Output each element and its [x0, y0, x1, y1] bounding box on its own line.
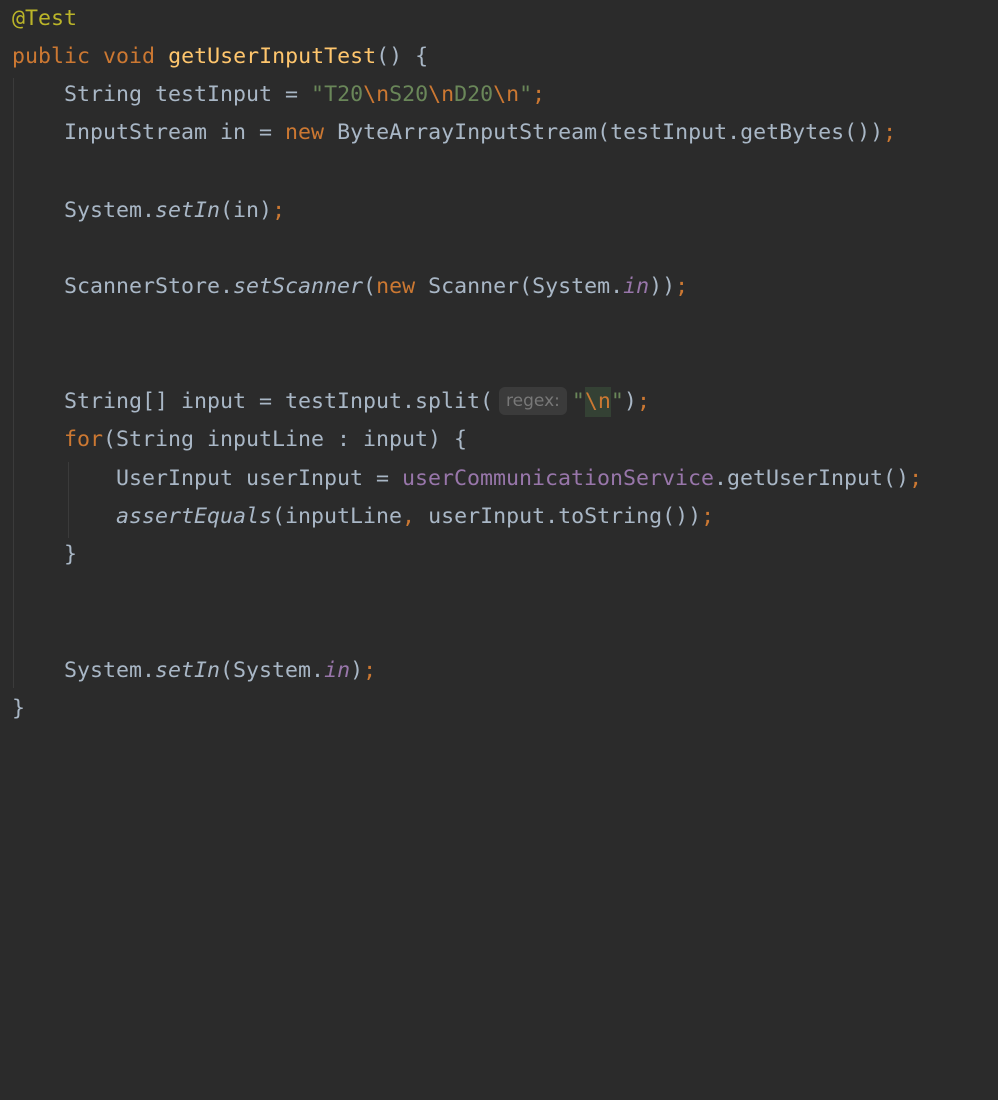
system-ref: System. — [64, 198, 156, 223]
code-line-19: } — [12, 690, 25, 728]
type-string: String — [64, 82, 143, 107]
system-ref: System. — [64, 658, 156, 683]
field-system-in: in — [324, 658, 351, 683]
semicolon: ; — [636, 389, 650, 414]
keyword-new: new — [376, 274, 416, 299]
semicolon: ; — [363, 658, 377, 683]
string-quote-open: " — [311, 82, 325, 107]
method-name: getUserInputTest — [168, 44, 377, 69]
string-t20: T20 — [324, 82, 364, 107]
method-setscanner: setScanner — [233, 274, 364, 299]
code-line-14: assertEquals(inputLine, userInput.toStri… — [12, 498, 714, 536]
annotation-test: @Test — [12, 6, 78, 31]
semicolon: ; — [272, 198, 286, 223]
semicolon: ; — [701, 504, 715, 529]
close-brace-for: } — [64, 542, 78, 567]
code-line-15: } — [12, 536, 77, 574]
code-editor[interactable]: @Test public void getUserInputTest() { S… — [0, 0, 998, 730]
method-setin: setIn — [155, 658, 221, 683]
field-system-in: in — [623, 274, 650, 299]
code-line-8: ScannerStore.setScanner(new Scanner(Syst… — [12, 268, 688, 306]
string-quote-open: " — [571, 389, 585, 414]
semicolon: ; — [675, 274, 689, 299]
system-ref-open: (System. — [220, 658, 325, 683]
code-line-3: String testInput = "T20\nS20\nD20\n"; — [12, 76, 545, 114]
string-quote-close: " — [610, 389, 624, 414]
type-inputstream: InputStream — [64, 120, 208, 145]
assert-args-first: (inputLine — [272, 504, 403, 529]
semicolon: ; — [909, 466, 923, 491]
close-paren: ) — [350, 658, 364, 683]
method-setin: setIn — [155, 198, 221, 223]
keyword-void: void — [103, 44, 156, 69]
keyword-public: public — [12, 44, 91, 69]
keyword-new: new — [285, 120, 325, 145]
assert-args-second: userInput.toString()) — [415, 504, 702, 529]
setin-args: (in) — [220, 198, 273, 223]
close-parens: )) — [649, 274, 676, 299]
method-assert-equals: assertEquals — [116, 504, 273, 529]
paren-open: ( — [363, 274, 377, 299]
code-line-6: System.setIn(in); — [12, 192, 285, 230]
testinput-declaration: testInput = — [142, 82, 312, 107]
string-d20: D20 — [454, 82, 494, 107]
scannerstore-ref: ScannerStore. — [64, 274, 234, 299]
field-user-communication-service: userCommunicationService — [402, 466, 715, 491]
code-line-11: String[] input = testInput.split(regex: "… — [12, 383, 650, 421]
in-declaration: in = — [207, 120, 286, 145]
code-line-4: InputStream in = new ByteArrayInputStrea… — [12, 114, 896, 152]
scanner-constructor: Scanner(System. — [415, 274, 624, 299]
semicolon: ; — [883, 120, 897, 145]
semicolon: ; — [532, 82, 546, 107]
get-user-input-call: .getUserInput() — [714, 466, 910, 491]
comma: , — [402, 504, 416, 529]
string-quote-close: " — [519, 82, 533, 107]
userinput-declaration: UserInput userInput = — [116, 466, 403, 491]
code-line-2: public void getUserInputTest() { — [12, 38, 428, 76]
split-close-paren: ) — [623, 389, 637, 414]
code-line-18: System.setIn(System.in); — [12, 652, 376, 690]
escape-newline-2: \n — [428, 82, 455, 107]
escape-newline-highlighted: \n — [584, 387, 611, 417]
method-signature-rest: () { — [376, 44, 429, 69]
for-loop-header: (String inputLine : input) { — [103, 427, 468, 452]
string-s20: S20 — [389, 82, 429, 107]
code-line-1: @Test — [12, 0, 77, 38]
parameter-hint-regex: regex: — [499, 387, 567, 415]
split-declaration: String[] input = testInput.split( — [64, 389, 494, 414]
escape-newline-3: \n — [493, 82, 520, 107]
code-line-13: UserInput userInput = userCommunicationS… — [12, 460, 922, 498]
close-brace-method: } — [12, 696, 26, 721]
escape-newline-1: \n — [363, 82, 390, 107]
keyword-for: for — [64, 427, 104, 452]
bytearray-call: ByteArrayInputStream(testInput.getBytes(… — [324, 120, 884, 145]
code-line-12: for(String inputLine : input) { — [12, 421, 467, 459]
